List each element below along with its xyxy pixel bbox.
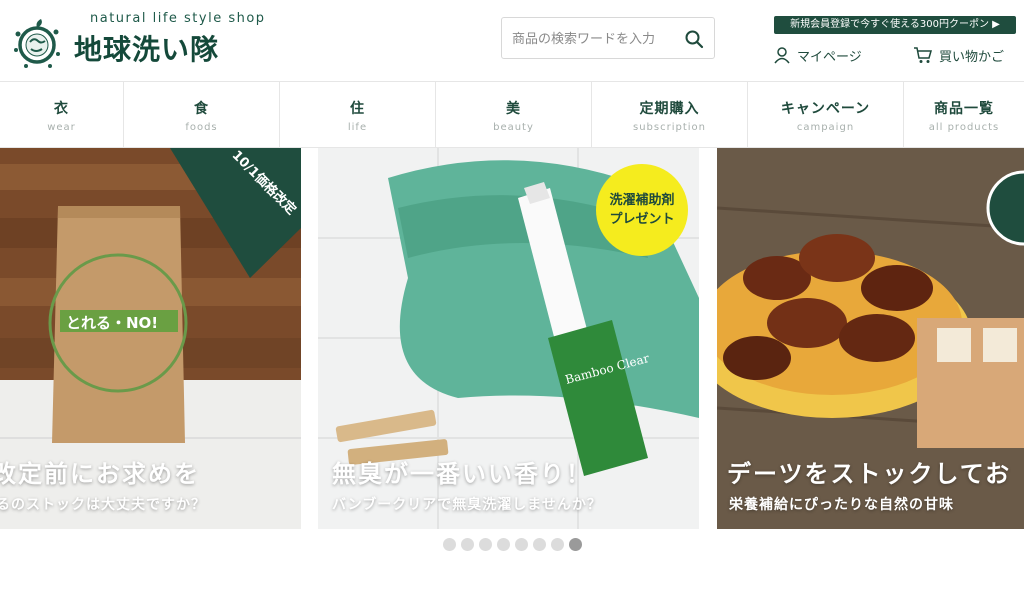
nav-item-wear[interactable]: 衣 wear: [0, 82, 124, 148]
nav-label: 商品一覧: [934, 101, 994, 117]
nav-sublabel: wear: [47, 122, 76, 133]
nav-sublabel: foods: [185, 122, 218, 133]
nav-label: 住: [350, 101, 365, 117]
carousel-dot[interactable]: [460, 538, 474, 551]
nav-sublabel: beauty: [493, 122, 534, 133]
slide-title: 無臭が一番いい香り！: [332, 460, 592, 488]
nav-label: キャンペーン: [780, 101, 871, 117]
site-logo[interactable]: natural life style shop 地球洗い隊: [12, 10, 264, 70]
slide-subtitle: るのストックは大丈夫ですか？: [0, 497, 206, 513]
slide-subtitle: 栄養補給にぴったりな自然の甘味: [729, 497, 954, 513]
site-header: natural life style shop 地球洗い隊 新規会員登録で今すぐ…: [0, 0, 1024, 82]
nav-item-foods[interactable]: 食 foods: [124, 82, 280, 148]
nav-sublabel: subscription: [633, 122, 706, 133]
cart-link[interactable]: 買い物かご: [913, 44, 1004, 66]
package-label: とれる・NO!: [66, 314, 159, 332]
coupon-banner[interactable]: 新規会員登録で今すぐ使える300円クーポン ▶: [774, 16, 1016, 34]
carousel-pagination: [0, 538, 1024, 552]
carousel-dot[interactable]: [532, 538, 546, 551]
gift-badge-line1: 洗濯補助剤: [609, 193, 675, 208]
cart-label: 買い物かご: [939, 49, 1005, 65]
earth-logo-icon: [14, 19, 60, 68]
carousel-slide-price-revision[interactable]: 10/1価格改定 とれる・NO! 改定前にお求めを るのストックは大丈夫ですか？: [0, 148, 301, 529]
search-icon[interactable]: [684, 29, 704, 49]
logo-text: 地球洗い隊: [74, 33, 220, 66]
gift-badge: 洗濯補助剤 プレゼント: [596, 164, 688, 256]
nav-sublabel: life: [347, 122, 368, 133]
cart-icon: [914, 47, 932, 63]
search-input[interactable]: [512, 28, 672, 50]
slide-title: 改定前にお求めを: [0, 460, 200, 488]
nav-item-subscription[interactable]: 定期購入 subscription: [592, 82, 748, 148]
logo-tagline: natural life style shop: [90, 11, 266, 26]
nav-label: 定期購入: [639, 101, 700, 117]
nav-label: 衣: [54, 101, 69, 117]
nav-sublabel: campaign: [796, 122, 855, 133]
search-box: [501, 17, 715, 59]
carousel-dot[interactable]: [568, 538, 582, 551]
nav-label: 美: [506, 101, 521, 117]
carousel-dot[interactable]: [478, 538, 492, 551]
nav-item-life[interactable]: 住 life: [280, 82, 436, 148]
carousel-dot[interactable]: [496, 538, 510, 551]
category-nav: 衣 wear 食 foods 住 life 美 beauty 定期購入 subs…: [0, 82, 1024, 148]
mypage-link[interactable]: マイページ: [773, 44, 862, 66]
carousel-dot[interactable]: [442, 538, 456, 551]
nav-item-beauty[interactable]: 美 beauty: [436, 82, 592, 148]
nav-sublabel: all products: [928, 122, 1000, 133]
slide-title: デーツをストックしてお: [727, 460, 1012, 488]
gift-badge-line2: プレゼント: [609, 212, 675, 227]
carousel-slide-dates[interactable]: デーツをストックしてお 栄養補給にぴったりな自然の甘味: [717, 148, 1024, 529]
carousel-slide-bamboo-clear[interactable]: 洗濯補助剤 プレゼント Bamboo Clear 無臭が一番いい香り！ バンブー…: [318, 148, 699, 529]
mypage-label: マイページ: [797, 49, 862, 65]
nav-label: 食: [194, 101, 209, 117]
nav-item-all-products[interactable]: 商品一覧 all products: [904, 82, 1024, 148]
carousel-dot[interactable]: [514, 538, 528, 551]
user-icon: [774, 47, 790, 64]
slide-subtitle: バンブークリアで無臭洗濯しませんか？: [332, 497, 602, 513]
carousel-dot[interactable]: [550, 538, 564, 551]
nav-item-campaign[interactable]: キャンペーン campaign: [748, 82, 904, 148]
